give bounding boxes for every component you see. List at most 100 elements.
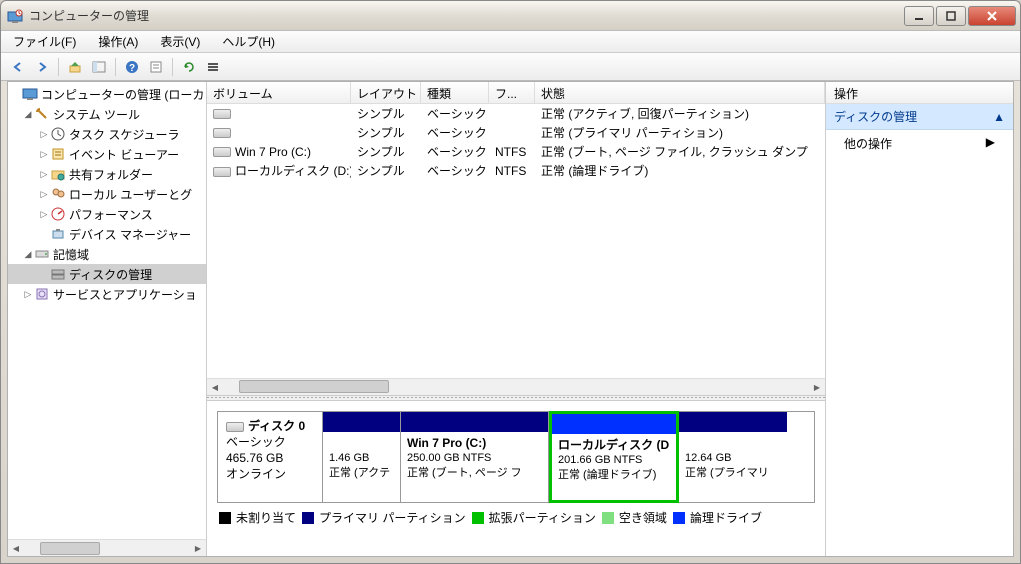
expand-icon[interactable]: ▷	[38, 209, 50, 220]
list-view-button[interactable]	[202, 56, 224, 78]
actions-other[interactable]: 他の操作 ▶	[826, 130, 1013, 157]
menu-file[interactable]: ファイル(F)	[7, 31, 82, 52]
tree-label: イベント ビューアー	[69, 146, 179, 163]
storage-icon	[34, 246, 50, 262]
tree-event-viewer[interactable]: ▷ イベント ビューアー	[8, 144, 206, 164]
tree-label: サービスとアプリケーショ	[53, 286, 197, 303]
center-pane: ボリューム レイアウト 種類 フ... 状態 シンプルベーシック正常 (アクティ…	[207, 82, 826, 556]
volume-rows[interactable]: シンプルベーシック正常 (アクティブ, 回復パーティション)シンプルベーシック正…	[207, 104, 825, 378]
expand-icon[interactable]: ▷	[22, 289, 34, 300]
close-button[interactable]	[968, 6, 1016, 26]
app-icon	[7, 8, 23, 24]
horizontal-splitter[interactable]	[207, 395, 825, 401]
volume-icon	[213, 128, 231, 138]
col-layout[interactable]: レイアウト	[351, 82, 421, 103]
up-button[interactable]	[64, 56, 86, 78]
volume-row[interactable]: Win 7 Pro (C:)シンプルベーシックNTFS正常 (ブート, ページ …	[207, 142, 825, 161]
folder-share-icon	[50, 166, 66, 182]
tree-label: デバイス マネージャー	[69, 226, 191, 243]
expand-icon[interactable]: ▷	[38, 169, 50, 180]
scroll-right-icon[interactable]: ▶	[190, 541, 206, 556]
tree-label: 共有フォルダー	[69, 166, 153, 183]
toolbar-separator	[58, 58, 59, 76]
partition[interactable]: 1.46 GB正常 (アクテ	[323, 412, 401, 502]
tree-disk-management[interactable]: ディスクの管理	[8, 264, 206, 284]
partition-header	[552, 414, 676, 434]
nav-tree[interactable]: コンピューターの管理 (ローカ ◢ システム ツール ▷ タスク スケジューラ …	[8, 82, 206, 539]
svg-text:?: ?	[129, 63, 135, 74]
col-volume[interactable]: ボリューム	[207, 82, 351, 103]
device-icon	[50, 226, 66, 242]
tree-device-manager[interactable]: デバイス マネージャー	[8, 224, 206, 244]
tree-system-tools[interactable]: ◢ システム ツール	[8, 104, 206, 124]
legend-extended: 拡張パーティション	[472, 509, 596, 526]
menu-help[interactable]: ヘルプ(H)	[216, 31, 281, 52]
window-controls	[904, 6, 1016, 26]
collapse-icon[interactable]: ◢	[22, 249, 34, 260]
legend-free: 空き領域	[602, 509, 667, 526]
col-type[interactable]: 種類	[421, 82, 489, 103]
disk-status: オンライン	[226, 466, 314, 482]
disk-icon	[226, 422, 244, 432]
tree-root[interactable]: コンピューターの管理 (ローカ	[8, 84, 206, 104]
tree-label: ローカル ユーザーとグ	[69, 186, 192, 203]
actions-selected[interactable]: ディスクの管理 ▲	[826, 104, 1013, 130]
scroll-thumb[interactable]	[40, 542, 100, 555]
volume-row[interactable]: ローカルディスク (D:)シンプルベーシックNTFS正常 (論理ドライブ)	[207, 161, 825, 180]
refresh-button[interactable]	[178, 56, 200, 78]
minimize-button[interactable]	[904, 6, 934, 26]
scroll-left-icon[interactable]: ◀	[207, 379, 223, 395]
legend-primary: プライマリ パーティション	[302, 509, 466, 526]
services-icon	[34, 286, 50, 302]
disk-info: ディスク 0 ベーシック 465.76 GB オンライン	[218, 412, 323, 502]
menu-view[interactable]: 表示(V)	[154, 31, 206, 52]
maximize-button[interactable]	[936, 6, 966, 26]
tree-shared-folders[interactable]: ▷ 共有フォルダー	[8, 164, 206, 184]
scroll-right-icon[interactable]: ▶	[809, 379, 825, 395]
computer-icon	[22, 86, 38, 102]
col-filesystem[interactable]: フ...	[489, 82, 535, 103]
tree-local-users[interactable]: ▷ ローカル ユーザーとグ	[8, 184, 206, 204]
tree-task-scheduler[interactable]: ▷ タスク スケジューラ	[8, 124, 206, 144]
tree-storage[interactable]: ◢ 記憶域	[8, 244, 206, 264]
toolbar: ?	[1, 53, 1020, 81]
scroll-left-icon[interactable]: ◀	[8, 541, 24, 556]
tree-services-apps[interactable]: ▷ サービスとアプリケーショ	[8, 284, 206, 304]
disk-row[interactable]: ディスク 0 ベーシック 465.76 GB オンライン 1.46 GB正常 (…	[217, 411, 815, 503]
col-status[interactable]: 状態	[535, 82, 825, 103]
disk-name: ディスク 0	[248, 419, 305, 433]
menu-action[interactable]: 操作(A)	[92, 31, 144, 52]
toolbar-separator	[172, 58, 173, 76]
actions-other-label: 他の操作	[844, 135, 892, 152]
legend-logical: 論理ドライブ	[673, 509, 762, 526]
legend-unallocated: 未割り当て	[219, 509, 296, 526]
back-button[interactable]	[7, 56, 29, 78]
tree-label: タスク スケジューラ	[69, 126, 180, 143]
help-button[interactable]: ?	[121, 56, 143, 78]
disk-size: 465.76 GB	[226, 450, 314, 466]
volume-row[interactable]: シンプルベーシック正常 (プライマリ パーティション)	[207, 123, 825, 142]
collapse-icon[interactable]: ◢	[22, 109, 34, 120]
volume-row[interactable]: シンプルベーシック正常 (アクティブ, 回復パーティション)	[207, 104, 825, 123]
partition[interactable]: 12.64 GB正常 (プライマリ	[679, 412, 787, 502]
expand-icon[interactable]: ▷	[38, 189, 50, 200]
volume-list: ボリューム レイアウト 種類 フ... 状態 シンプルベーシック正常 (アクティ…	[207, 82, 825, 395]
tree-performance[interactable]: ▷ パフォーマンス	[8, 204, 206, 224]
partition[interactable]: ローカルディスク (D201.66 GB NTFS正常 (論理ドライブ)	[549, 411, 679, 503]
tools-icon	[34, 106, 50, 122]
scroll-thumb[interactable]	[239, 380, 389, 393]
window-title: コンピューターの管理	[29, 7, 904, 24]
app-window: コンピューターの管理 ファイル(F) 操作(A) 表示(V) ヘルプ(H) ?	[0, 0, 1021, 564]
properties-button[interactable]	[145, 56, 167, 78]
expand-icon[interactable]: ▷	[38, 149, 50, 160]
show-tree-button[interactable]	[88, 56, 110, 78]
collapse-icon[interactable]: ▲	[993, 110, 1005, 124]
submenu-icon: ▶	[986, 135, 995, 152]
volume-hscrollbar[interactable]: ◀ ▶	[207, 378, 825, 395]
disk-mgmt-icon	[50, 266, 66, 282]
forward-button[interactable]	[31, 56, 53, 78]
partition[interactable]: Win 7 Pro (C:)250.00 GB NTFS正常 (ブート, ページ…	[401, 412, 549, 502]
tree-hscrollbar[interactable]: ◀ ▶	[8, 539, 206, 556]
expand-icon[interactable]: ▷	[38, 129, 50, 140]
partition-map: 1.46 GB正常 (アクテWin 7 Pro (C:)250.00 GB NT…	[323, 412, 814, 502]
